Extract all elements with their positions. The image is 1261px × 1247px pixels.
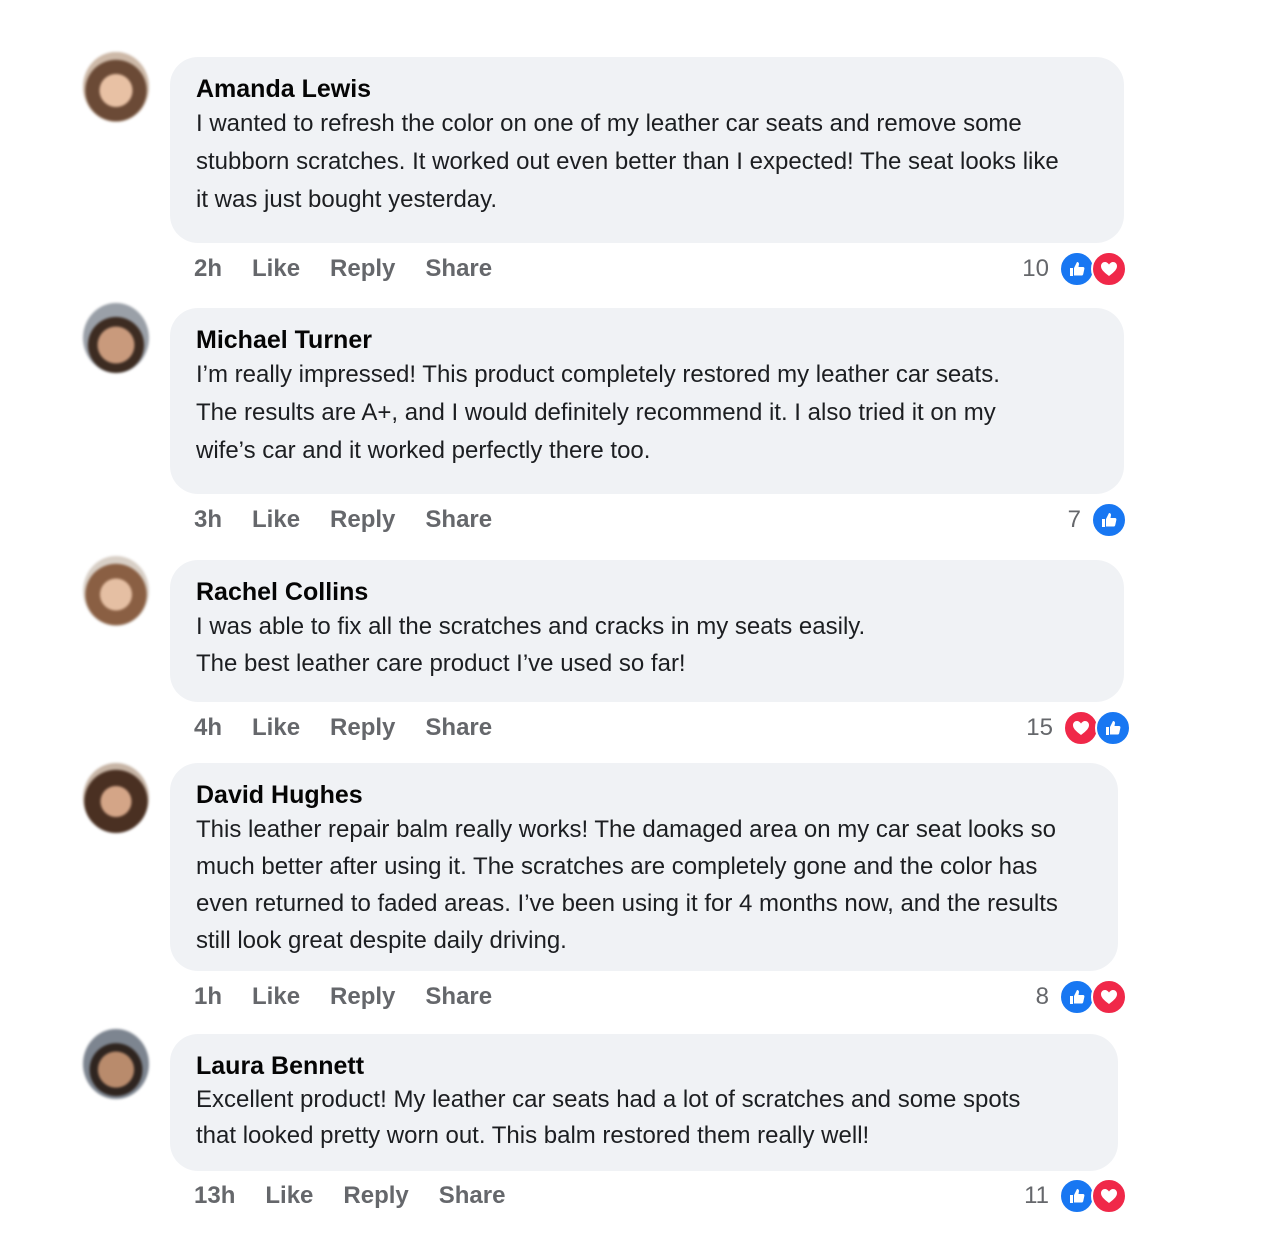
comment-text-line: that looked pretty worn out. This balm r… [196, 1122, 870, 1149]
like-button[interactable]: Like [252, 714, 300, 742]
comment-author[interactable]: David Hughes [196, 779, 1092, 811]
avatar[interactable] [83, 1029, 149, 1099]
like-icon [1059, 1178, 1095, 1214]
reaction-count: 8 [1035, 983, 1049, 1010]
comment-author[interactable]: Michael Turner [196, 324, 1098, 356]
comment-bubble: Michael Turner I’m really impressed! Thi… [170, 308, 1124, 494]
comment-text: I wanted to refresh the color on one of … [196, 105, 1098, 219]
comment-text-line: This leather repair balm really works! T… [196, 816, 1056, 843]
comment-text-line: The results are A+, and I would definite… [196, 399, 996, 426]
comment-bubble: Amanda Lewis I wanted to refresh the col… [170, 57, 1124, 243]
comment-author[interactable]: Laura Bennett [196, 1050, 1092, 1082]
share-button[interactable]: Share [425, 714, 492, 742]
avatar[interactable] [83, 303, 149, 373]
comment-actions: 4h Like Reply Share [194, 712, 522, 744]
comment-text-line: I wanted to refresh the color on one of … [196, 110, 1022, 137]
comment-text-line: I was able to fix all the scratches and … [196, 613, 866, 640]
comment-text: Excellent product! My leather car seats … [196, 1082, 1092, 1154]
reply-button[interactable]: Reply [330, 714, 395, 742]
comment-text-line: still look great despite daily driving. [196, 927, 567, 954]
reaction-summary[interactable]: 10 [1022, 251, 1127, 287]
share-button[interactable]: Share [425, 255, 492, 283]
reaction-summary[interactable]: 15 [1026, 710, 1131, 746]
comment-author[interactable]: Rachel Collins [196, 576, 1098, 608]
share-button[interactable]: Share [425, 983, 492, 1011]
like-icon [1091, 502, 1127, 538]
like-button[interactable]: Like [252, 255, 300, 283]
comment-timestamp[interactable]: 4h [194, 714, 222, 742]
comment-bubble: Laura Bennett Excellent product! My leat… [170, 1034, 1118, 1171]
comment-author[interactable]: Amanda Lewis [196, 73, 1098, 105]
reaction-summary[interactable]: 7 [1068, 502, 1127, 538]
comment-timestamp[interactable]: 3h [194, 506, 222, 534]
comment-text-line: wife’s car and it worked perfectly there… [196, 437, 651, 464]
comment-text: I was able to fix all the scratches and … [196, 608, 1098, 682]
like-button[interactable]: Like [265, 1182, 313, 1210]
love-icon [1091, 1178, 1127, 1214]
reply-button[interactable]: Reply [343, 1182, 408, 1210]
like-icon [1059, 251, 1095, 287]
comment-text: This leather repair balm really works! T… [196, 811, 1092, 959]
reaction-count: 10 [1022, 255, 1049, 282]
comment-text: I’m really impressed! This product compl… [196, 356, 1098, 470]
comment-text-line: it was just bought yesterday. [196, 186, 498, 213]
comment-text-line: Excellent product! My leather car seats … [196, 1086, 1021, 1113]
reply-button[interactable]: Reply [330, 255, 395, 283]
comment-text-line: stubborn scratches. It worked out even b… [196, 148, 1059, 175]
comment-text-line: much better after using it. The scratche… [196, 853, 1038, 880]
comment-actions: 2h Like Reply Share [194, 253, 522, 285]
comment-actions: 1h Like Reply Share [194, 981, 522, 1013]
avatar[interactable] [83, 763, 149, 833]
comment-bubble: Rachel Collins I was able to fix all the… [170, 560, 1124, 702]
comment-text-line: I’m really impressed! This product compl… [196, 361, 1000, 388]
reaction-summary[interactable]: 8 [1036, 979, 1127, 1015]
love-icon [1091, 979, 1127, 1015]
like-icon [1059, 979, 1095, 1015]
reaction-summary[interactable]: 11 [1024, 1178, 1127, 1214]
comment-text-line: even returned to faded areas. I’ve been … [196, 890, 1058, 917]
like-button[interactable]: Like [252, 983, 300, 1011]
reply-button[interactable]: Reply [330, 983, 395, 1011]
reply-button[interactable]: Reply [330, 506, 395, 534]
reaction-count: 15 [1026, 714, 1053, 741]
comment-timestamp[interactable]: 1h [194, 983, 222, 1011]
comment-bubble: David Hughes This leather repair balm re… [170, 763, 1118, 971]
avatar[interactable] [83, 556, 149, 626]
like-icon [1095, 710, 1131, 746]
comment-actions: 13h Like Reply Share [194, 1180, 535, 1212]
reaction-count: 7 [1067, 506, 1081, 533]
avatar[interactable] [83, 52, 149, 122]
share-button[interactable]: Share [439, 1182, 506, 1210]
comment-text-line: The best leather care product I’ve used … [196, 650, 686, 677]
love-icon [1063, 710, 1099, 746]
comment-timestamp[interactable]: 2h [194, 255, 222, 283]
love-icon [1091, 251, 1127, 287]
like-button[interactable]: Like [252, 506, 300, 534]
reaction-count: 11 [1024, 1182, 1049, 1209]
share-button[interactable]: Share [425, 506, 492, 534]
comment-actions: 3h Like Reply Share [194, 504, 522, 536]
comment-timestamp[interactable]: 13h [194, 1182, 235, 1210]
